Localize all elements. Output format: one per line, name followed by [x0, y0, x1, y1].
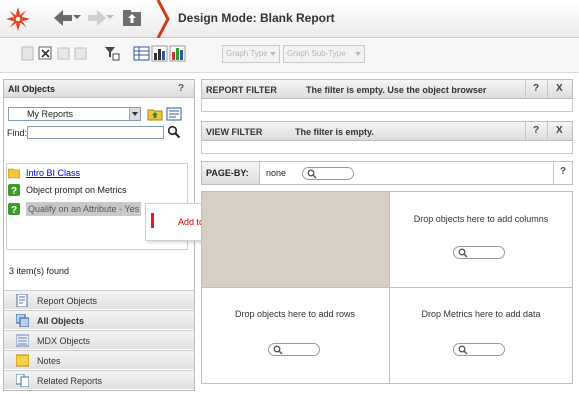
svg-text:?: ?	[11, 186, 17, 196]
page-by-label: PAGE-BY:	[206, 168, 249, 178]
forward-dropdown-icon[interactable]	[106, 13, 114, 21]
page-title: Design Mode: Blank Report	[178, 11, 335, 25]
folder-select[interactable]: My Reports	[8, 107, 141, 121]
report-filter-message: The filter is empty. Use the object brow…	[306, 85, 487, 95]
view-filter-drop-area[interactable]	[201, 142, 573, 154]
nav-report-objects[interactable]: Report Objects	[4, 290, 194, 309]
search-icon	[458, 345, 468, 355]
metrics-drop-text: Drop Metrics here to add data	[421, 309, 541, 319]
panel-title: All Objects	[8, 84, 56, 94]
divider	[547, 122, 548, 140]
columns-drop-text: Drop objects here to add columns	[413, 214, 549, 224]
svg-text:?: ?	[11, 205, 17, 215]
list-item-selected[interactable]: ? Qualify on an Attribute - Yes	[8, 202, 148, 216]
graph-subtype-select[interactable]: Graph Sub-Type	[283, 45, 365, 63]
folder-icon	[8, 168, 20, 179]
app-logo-icon[interactable]	[5, 6, 31, 32]
nav-label: MDX Objects	[37, 336, 91, 346]
find-label: Find:	[7, 128, 28, 138]
home-folder-icon[interactable]	[122, 8, 142, 28]
divider	[525, 122, 526, 140]
search-icon	[273, 345, 283, 355]
prompt-icon: ?	[8, 203, 20, 215]
grid-graph-view-icon[interactable]	[169, 45, 186, 62]
rows-search-field[interactable]	[268, 343, 320, 356]
rows-drop-zone[interactable]	[202, 287, 389, 383]
notes-icon	[16, 354, 29, 367]
list-item-label: Object prompt on Metrics	[26, 185, 127, 195]
view-filter-help-button[interactable]: ?	[533, 125, 539, 136]
rows-drop-text: Drop objects here to add rows	[234, 309, 356, 319]
list-item[interactable]: Intro BI Class	[8, 166, 128, 180]
view-filter-message: The filter is empty.	[295, 127, 374, 137]
grid-view-icon[interactable]	[133, 45, 150, 62]
report-filter-close-button[interactable]: X	[556, 83, 563, 94]
list-item-label: Qualify on an Attribute - Yes	[26, 202, 142, 216]
graph-view-icon[interactable]	[151, 45, 168, 62]
nav-notes[interactable]: Notes	[4, 350, 194, 369]
nav-related-reports[interactable]: Related Reports	[4, 370, 194, 389]
all-objects-icon	[16, 314, 29, 327]
nav-all-objects[interactable]: All Objects	[4, 310, 194, 329]
graph-type-label: Graph Type	[226, 49, 268, 58]
columns-search-field[interactable]	[453, 246, 505, 259]
graph-subtype-label: Graph Sub-Type	[287, 49, 346, 58]
search-icon	[307, 169, 317, 179]
find-input[interactable]	[27, 126, 164, 139]
search-icon[interactable]	[167, 125, 181, 139]
back-arrow-icon[interactable]	[52, 8, 74, 28]
mdx-objects-icon	[16, 334, 29, 347]
page-by-search-field[interactable]	[302, 167, 354, 180]
related-reports-icon	[16, 374, 29, 387]
metrics-search-field[interactable]	[453, 343, 505, 356]
divider	[547, 80, 548, 98]
grid-corner-cell	[202, 192, 389, 287]
nav-mdx-objects[interactable]: MDX Objects	[4, 330, 194, 349]
report-filter-title: REPORT FILTER	[206, 85, 277, 95]
up-folder-icon[interactable]	[147, 106, 163, 122]
page-by-help-button[interactable]: ?	[560, 166, 566, 177]
save-icon[interactable]	[72, 45, 89, 62]
context-menu-highlight	[151, 213, 154, 228]
filter-view-icon[interactable]	[103, 45, 120, 62]
forward-arrow-icon[interactable]	[86, 8, 108, 28]
report-filter-help-button[interactable]: ?	[533, 83, 539, 94]
nav-label: All Objects	[37, 316, 85, 326]
search-icon	[458, 248, 468, 258]
view-filter-close-button[interactable]: X	[556, 125, 563, 136]
list-item[interactable]: ? Object prompt on Metrics	[8, 183, 138, 197]
divider	[525, 80, 526, 98]
metrics-drop-zone[interactable]	[389, 287, 572, 383]
nav-label: Report Objects	[37, 296, 98, 306]
page-by-value: none	[266, 168, 287, 178]
graph-type-select[interactable]: Graph Type	[222, 45, 280, 63]
chevron-down-icon[interactable]	[129, 108, 140, 120]
folder-select-value: My Reports	[27, 109, 74, 119]
cut-icon[interactable]	[19, 45, 36, 62]
breadcrumb-chevron-icon	[156, 0, 170, 38]
delete-icon[interactable]	[37, 45, 54, 62]
list-item-label[interactable]: Intro BI Class	[26, 166, 80, 180]
panel-help-button[interactable]: ?	[178, 83, 184, 94]
nav-label: Notes	[37, 356, 61, 366]
browse-icon[interactable]	[166, 106, 182, 122]
columns-drop-zone[interactable]	[389, 192, 572, 287]
prompt-icon: ?	[8, 184, 20, 196]
divider	[553, 162, 554, 184]
items-found-count: 3 item(s) found	[9, 266, 70, 276]
report-objects-icon	[16, 294, 28, 307]
report-filter-drop-area[interactable]	[201, 100, 573, 112]
nav-label: Related Reports	[37, 376, 103, 386]
copy-icon[interactable]	[55, 45, 72, 62]
back-dropdown-icon[interactable]	[73, 13, 81, 21]
view-filter-title: VIEW FILTER	[206, 127, 263, 137]
